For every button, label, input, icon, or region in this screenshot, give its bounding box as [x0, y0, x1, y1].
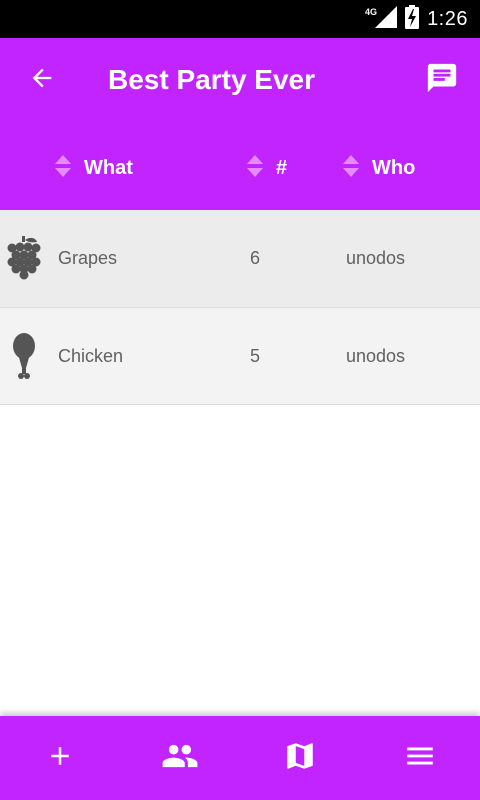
add-button[interactable] [30, 728, 90, 788]
clock: 1:26 [427, 7, 468, 30]
bottom-navigation [0, 716, 480, 800]
chat-button[interactable] [422, 60, 462, 100]
battery-charging-icon [405, 4, 420, 34]
item-quantity: 6 [250, 247, 261, 268]
screen: 4G 1:26 Best Party Ever What # Who Grape… [0, 0, 480, 800]
status-bar: 4G 1:26 [0, 0, 480, 38]
people-icon [161, 737, 199, 780]
item-list: Grapes 6 unodos Chicken 5 unodos [0, 210, 480, 405]
item-who: unodos [346, 247, 406, 268]
column-header-what[interactable]: What [54, 146, 133, 190]
chicken-leg-icon [6, 328, 42, 384]
column-header-who[interactable]: Who [342, 146, 415, 190]
sort-icon [342, 153, 360, 184]
add-icon [45, 741, 75, 776]
map-button[interactable] [270, 728, 330, 788]
back-button[interactable] [22, 60, 62, 100]
column-header-label: # [276, 156, 288, 179]
item-who: unodos [346, 345, 406, 366]
chat-icon [425, 61, 459, 100]
people-button[interactable] [150, 728, 210, 788]
menu-button[interactable] [390, 728, 450, 788]
sort-icon [54, 153, 72, 184]
network-type-label: 4G [365, 7, 378, 17]
signal-icon [375, 5, 398, 33]
menu-icon [403, 739, 437, 778]
column-header-label: What [84, 156, 133, 179]
item-what: Chicken [58, 345, 124, 366]
page-title: Best Party Ever [108, 64, 316, 95]
item-quantity: 5 [250, 345, 261, 366]
arrow-back-icon [28, 64, 56, 97]
item-what: Grapes [58, 247, 118, 268]
app-bar: Best Party Ever What # Who [0, 38, 480, 210]
column-header-quantity[interactable]: # [246, 146, 287, 190]
list-item[interactable]: Chicken 5 unodos [0, 308, 480, 405]
grapes-icon [6, 230, 42, 286]
list-item[interactable]: Grapes 6 unodos [0, 210, 480, 308]
column-header-label: Who [372, 156, 416, 179]
status-icons: 4G 1:26 [365, 0, 468, 38]
map-icon [283, 739, 317, 778]
sort-icon [246, 153, 264, 184]
